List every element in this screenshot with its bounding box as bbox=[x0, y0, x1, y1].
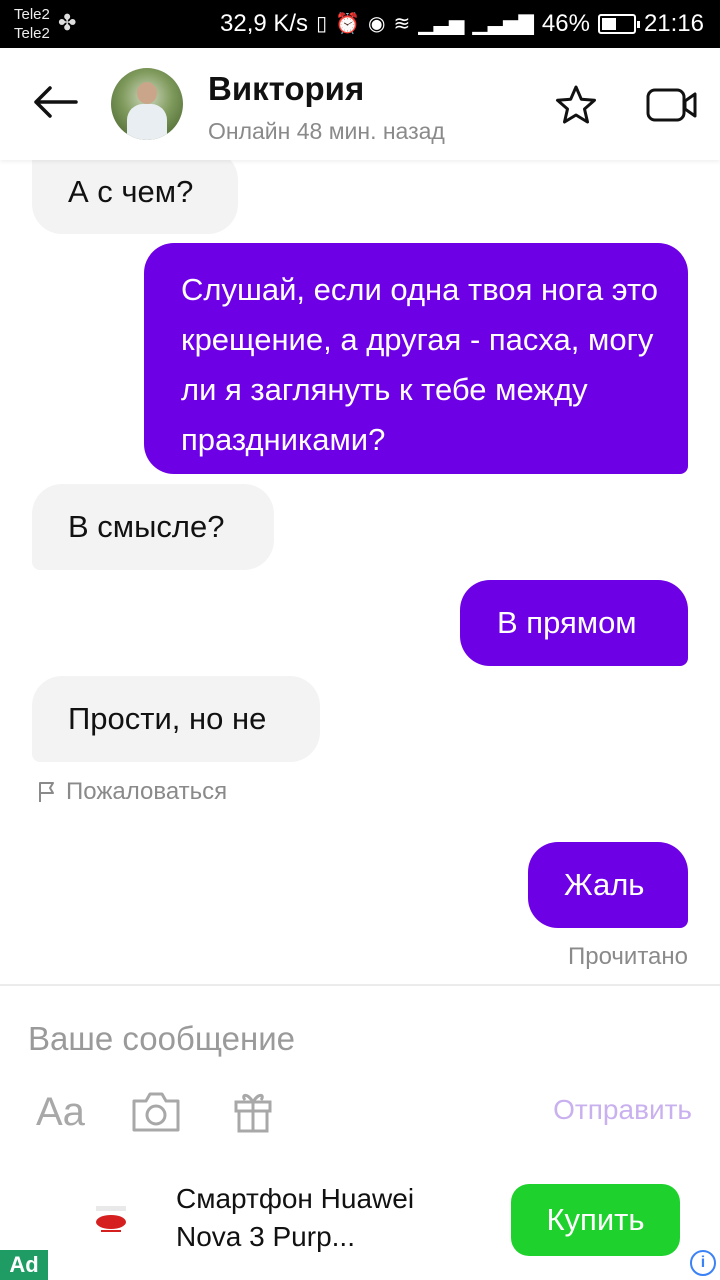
incoming-message[interactable]: В смысле? bbox=[32, 484, 274, 570]
gift-icon[interactable] bbox=[233, 1089, 273, 1133]
chat-header: Виктория Онлайн 48 мин. назад bbox=[0, 48, 720, 160]
composer-divider bbox=[0, 984, 720, 986]
wifi-icon: ≋ bbox=[393, 13, 411, 35]
incoming-message[interactable]: Прости, но не bbox=[32, 676, 320, 762]
info-icon[interactable]: i bbox=[690, 1250, 716, 1276]
eye-icon: ◉ bbox=[367, 13, 386, 35]
advertiser-logo bbox=[96, 1206, 126, 1232]
ad-title[interactable]: Смартфон Huawei Nova 3 Purp... bbox=[176, 1180, 476, 1256]
flag-icon bbox=[39, 782, 54, 802]
contact-name[interactable]: Виктория bbox=[208, 70, 364, 108]
avatar-body bbox=[127, 104, 167, 140]
report-button[interactable]: Пожаловаться bbox=[38, 778, 227, 806]
signal-icon-2: ▁▃▅▇ bbox=[472, 13, 534, 35]
avatar[interactable] bbox=[111, 68, 183, 140]
avatar-head bbox=[137, 82, 157, 104]
ad-badge: Ad bbox=[0, 1250, 48, 1280]
contact-status: Онлайн 48 мин. назад bbox=[208, 118, 445, 144]
signal-icon: ▁▃▅ bbox=[418, 13, 465, 35]
incoming-message[interactable]: А с чем? bbox=[32, 150, 238, 234]
vibrate-icon: ▯ bbox=[316, 13, 328, 35]
video-call-icon[interactable] bbox=[646, 88, 698, 122]
star-icon[interactable] bbox=[555, 84, 597, 126]
battery-percent: 46% bbox=[541, 10, 590, 37]
app-notification-icon: ✤ bbox=[58, 10, 77, 35]
carrier-2: Tele2 bbox=[14, 25, 50, 42]
text-format-button[interactable]: Aa bbox=[36, 1090, 85, 1135]
alarm-icon: ⏰ bbox=[335, 13, 360, 35]
outgoing-message[interactable]: Жаль bbox=[528, 842, 688, 928]
battery-fill bbox=[601, 18, 616, 30]
buy-button[interactable]: Купить bbox=[511, 1184, 680, 1256]
outgoing-message[interactable]: В прямом bbox=[460, 580, 688, 666]
back-arrow-icon[interactable] bbox=[30, 82, 80, 122]
network-speed: 32,9 K/s bbox=[220, 10, 309, 37]
camera-icon[interactable] bbox=[131, 1091, 181, 1133]
outgoing-message[interactable]: Слушай, если одна твоя нога это крещение… bbox=[144, 243, 688, 474]
send-button[interactable]: Отправить bbox=[553, 1094, 692, 1126]
clock: 21:16 bbox=[643, 10, 704, 37]
report-label: Пожаловаться bbox=[66, 778, 228, 805]
status-bar: Tele2 Tele2 ✤ 32,9 K/s ▯ ⏰ ◉ ≋ ▁▃▅ ▁▃▅▇ … bbox=[0, 0, 720, 48]
battery-icon bbox=[597, 14, 640, 34]
status-icons: 32,9 K/s ▯ ⏰ ◉ ≋ ▁▃▅ ▁▃▅▇ 46% 21:16 bbox=[220, 10, 704, 38]
message-input[interactable] bbox=[28, 1020, 528, 1058]
carrier-1: Tele2 bbox=[14, 6, 50, 23]
carrier-labels: Tele2 Tele2 bbox=[14, 5, 50, 43]
read-receipt: Прочитано bbox=[568, 943, 688, 970]
